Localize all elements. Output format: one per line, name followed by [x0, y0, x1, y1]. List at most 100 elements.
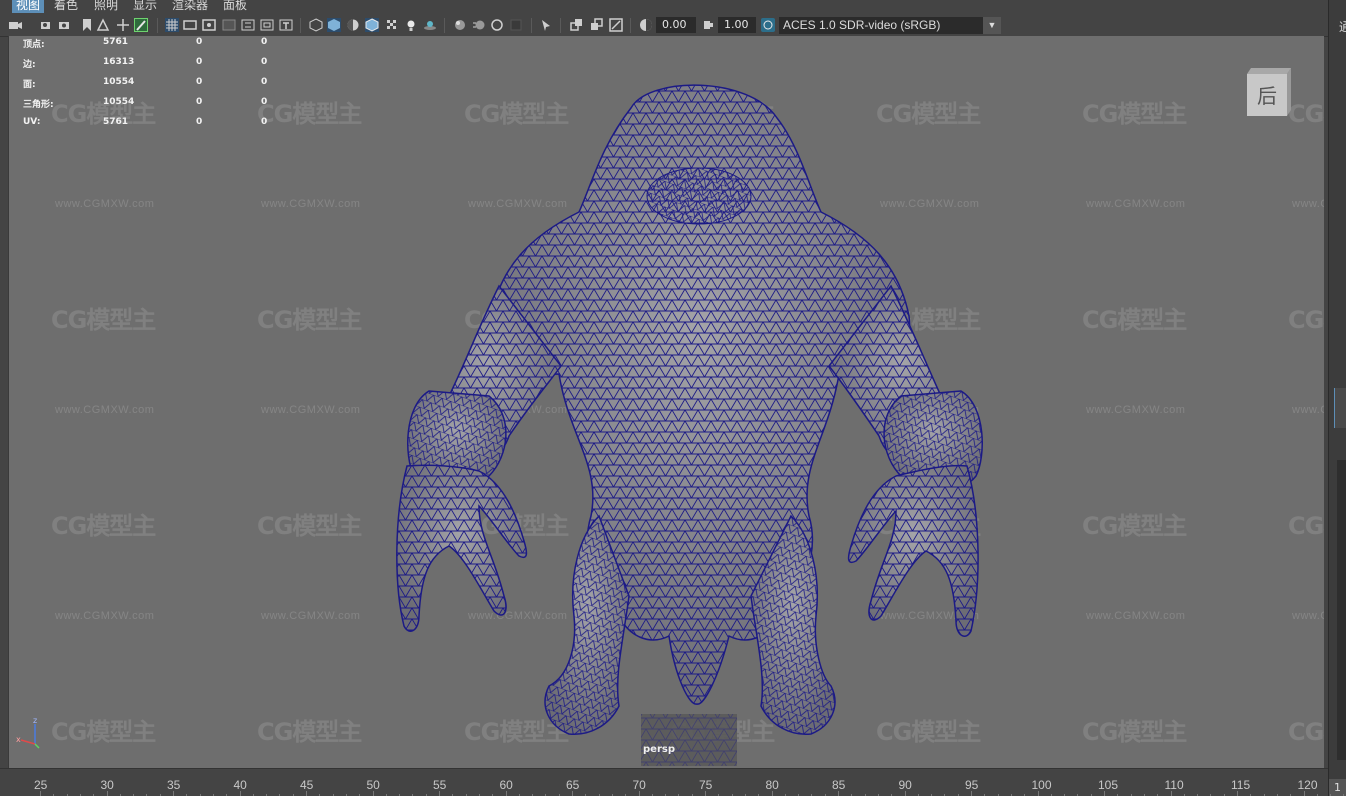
film-gate-icon[interactable] — [183, 18, 197, 32]
safe-action-icon[interactable] — [260, 18, 274, 32]
timeline-tick-label: 95 — [965, 778, 979, 792]
timeline-tick-mark — [971, 791, 972, 796]
timeline-tick-label: 60 — [499, 778, 513, 792]
gamma-icon[interactable] — [701, 18, 715, 32]
axis-gizmo: z x — [16, 716, 40, 749]
exposure-field[interactable]: 0.00 — [656, 17, 696, 33]
hud-triangles-value: 0 — [261, 97, 268, 107]
timeline-tick-mark — [372, 791, 374, 796]
timeline-tick-label: 100 — [1031, 778, 1052, 792]
menu-panels[interactable]: 面板 — [219, 0, 251, 13]
hud-total-value: 10554 — [103, 97, 135, 107]
isolate-select-icon[interactable] — [539, 18, 553, 32]
hud-selected-value: 0 — [196, 57, 203, 67]
timeline-tick-mark — [705, 791, 706, 796]
backface-icon[interactable] — [609, 18, 623, 32]
timeline-tick-label: 35 — [167, 778, 181, 792]
timeline-tick-mark — [173, 791, 174, 796]
chevron-down-icon[interactable]: ▼ — [983, 17, 1001, 34]
perspective-viewport[interactable]: CG模型主 www.CGMXW.com CG模型主 www.CGMXW.com CG模型… — [8, 36, 1324, 768]
timeline-tick-label: 115 — [1231, 778, 1251, 792]
toolbar-divider — [630, 18, 631, 33]
timeline-tick-label: 110 — [1164, 778, 1184, 792]
hud-total-value: 16313 — [103, 57, 135, 67]
gamma-field[interactable]: 1.00 — [718, 17, 756, 33]
bookmark-icon[interactable] — [80, 18, 94, 32]
timeline-tick-label: 105 — [1098, 778, 1119, 792]
menu-show[interactable]: 显示 — [129, 0, 161, 13]
field-chart-icon[interactable] — [241, 18, 255, 32]
toolbar-divider — [157, 18, 158, 33]
svg-text:z: z — [33, 716, 37, 725]
timeline-tick-label: 40 — [233, 778, 247, 792]
menu-view[interactable]: 视图 — [12, 0, 45, 13]
lights-icon[interactable] — [404, 18, 418, 32]
shadows-icon[interactable] — [423, 18, 437, 32]
timeline-tick-label: 45 — [300, 778, 314, 792]
two-d-pan-icon[interactable] — [116, 18, 130, 32]
timeline-tick-mark — [40, 791, 41, 796]
color-management-icon[interactable] — [761, 18, 775, 32]
timeline-tick-label: 70 — [632, 778, 646, 792]
timeline-tick-mark — [239, 791, 241, 796]
default-material-icon[interactable] — [346, 18, 360, 32]
camera-attributes-icon[interactable] — [40, 18, 54, 32]
timeline-tick-label: 50 — [366, 778, 380, 792]
hud-total-value: 5761 — [103, 117, 129, 127]
depth-of-field-icon[interactable] — [509, 18, 523, 32]
grease-pencil-icon[interactable] — [134, 18, 148, 32]
timeline-tick-mark — [439, 791, 440, 796]
motion-blur-icon[interactable] — [472, 18, 486, 32]
timeline-tick-label: 65 — [566, 778, 580, 792]
hud-selected-value: 0 — [196, 77, 203, 87]
sidebar-tab[interactable] — [1334, 388, 1346, 428]
hud-selected-value: 0 — [196, 117, 203, 127]
panel-toolbar: 0.00 1.00 ACES 1.0 SDR-video (sRGB) ▼ — [0, 13, 1328, 37]
smooth-shade-icon[interactable] — [327, 18, 341, 32]
timeline-tick-label: 55 — [433, 778, 447, 792]
wireframe-on-shaded-icon[interactable] — [365, 18, 379, 32]
hud-label: 面: — [23, 80, 36, 90]
timeline-tick-label: 25 — [34, 778, 48, 792]
timeline-tick-mark — [1303, 791, 1305, 796]
wireframe-mesh[interactable] — [9, 36, 1324, 768]
timeline-tick-mark — [505, 791, 507, 796]
timeline-tick-mark — [904, 791, 906, 796]
grid-icon[interactable] — [165, 18, 179, 32]
menu-renderer[interactable]: 渲染器 — [168, 0, 212, 13]
xray-active-icon[interactable] — [590, 18, 604, 32]
timeline-tick-label: 120 — [1297, 778, 1318, 792]
view-cube-face-label: 后 — [1257, 84, 1277, 108]
timeline-tick-mark — [1237, 791, 1238, 796]
xray-icon[interactable] — [385, 18, 399, 32]
hud-label: 边: — [23, 60, 36, 70]
camera-tools-icon[interactable] — [58, 18, 72, 32]
exposure-icon[interactable] — [639, 18, 653, 32]
resolution-gate-icon[interactable] — [202, 18, 216, 32]
wireframe-icon[interactable] — [309, 18, 323, 32]
hud-label: 三角形: — [23, 100, 54, 110]
toolbar-divider — [444, 18, 445, 33]
timeline-tick-mark — [638, 791, 640, 796]
svg-text:x: x — [16, 735, 21, 744]
view-cube[interactable]: 后 — [1241, 66, 1293, 126]
safe-title-icon[interactable] — [279, 18, 293, 32]
timeline-tick-mark — [1037, 791, 1039, 796]
xray-joints-icon[interactable] — [570, 18, 584, 32]
menu-shading[interactable]: 着色 — [50, 0, 82, 13]
timeline-tick-mark — [771, 791, 773, 796]
sidebar-scrollbar[interactable] — [1337, 460, 1346, 760]
hud-selected-value: 0 — [196, 97, 203, 107]
ambient-occlusion-icon[interactable] — [453, 18, 467, 32]
camera-select-icon[interactable] — [8, 18, 22, 32]
antialiasing-icon[interactable] — [490, 18, 504, 32]
gate-mask-icon[interactable] — [222, 18, 236, 32]
color-space-dropdown[interactable]: ACES 1.0 SDR-video (sRGB) ▼ — [779, 17, 1001, 34]
sidebar-label[interactable]: 通 — [1339, 18, 1346, 35]
menu-lighting[interactable]: 照明 — [90, 0, 122, 13]
time-slider[interactable]: 25 30 35 40 45 50 55 60 65 70 75 80 85 90 95 100 105 110 1… — [0, 768, 1345, 796]
hud-label: UV: — [23, 117, 41, 127]
image-plane-icon[interactable] — [96, 18, 110, 32]
timeline-tick-mark — [572, 791, 573, 796]
hud-total-value: 10554 — [103, 77, 135, 87]
